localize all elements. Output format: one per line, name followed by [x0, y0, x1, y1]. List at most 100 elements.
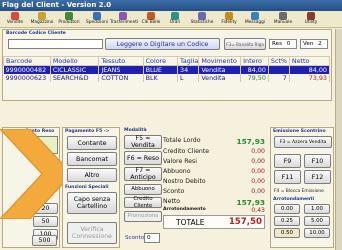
round-5-00-button[interactable]: 5.00 [304, 216, 330, 226]
f12-button[interactable]: F12 [304, 170, 331, 184]
toolbar-spedizioni-button[interactable]: Spedizioni [84, 11, 110, 28]
totals-value: 0,00 [251, 178, 265, 185]
toolbar-trasferimenti-button[interactable]: Trasferimenti [110, 11, 138, 28]
col-colore: Colore [142, 56, 179, 66]
round-label: 1.00 [310, 205, 323, 212]
quick-amount-label: 50 [41, 218, 50, 225]
rounding-title: Arrotondamenti [273, 197, 315, 202]
f3-azzera-vendita-button[interactable]: F3 = Azzera Vendita [274, 136, 332, 148]
totals-value: 0,00 [251, 148, 265, 155]
round-0-25-button[interactable]: 0.25 [274, 216, 300, 226]
toolbar-statistiche-button[interactable]: Statistiche [189, 11, 215, 28]
barcode-input[interactable] [8, 39, 103, 49]
payment-altro-button[interactable]: Altro [67, 168, 117, 182]
capo-senza-cartellino-button[interactable]: Capo senza Cartellino [67, 192, 117, 214]
totals-value: 0,00 [251, 158, 265, 165]
toolbar-icon [65, 12, 73, 20]
f9-button[interactable]: F9 [274, 154, 301, 168]
mode-panel: Modalità F5 = Vendita F6 = Reso F7 = Ant… [122, 127, 162, 248]
mode-anticipo-button[interactable]: F7 = Anticipo [124, 167, 162, 181]
toolbar-label: Vendite [6, 20, 24, 25]
col-taglia: Taglia [177, 56, 200, 66]
quick-amount-500-visible[interactable]: 500 [32, 235, 57, 246]
toolbar-produttori-button[interactable]: Produttori [56, 11, 82, 28]
toolbar-manuale-button[interactable]: Manuale [270, 11, 296, 28]
table-row[interactable]: 9990000482 CICLASSIC JEANS BLUE 34 Vendi… [3, 65, 331, 74]
valore-resi-row: Valore Resi 0,00 [163, 158, 265, 166]
sales-table: Barcode Modello Tessuto Colore Taglia Mo… [3, 56, 331, 82]
verifica-connessione-button[interactable]: Verifica Connessione [67, 222, 117, 244]
read-code-button[interactable]: Leggere o Digitare un Codice [105, 38, 220, 50]
totals-value: 157,93 [236, 137, 265, 146]
cell-movimento: Vendita [198, 74, 242, 82]
toolbar-label: Manuale [273, 20, 293, 25]
totals-value: 157,93 [236, 198, 265, 207]
payment-contante-button[interactable]: Contante [67, 136, 117, 150]
f10-button[interactable]: F10 [304, 154, 331, 168]
totals-label: Credito Cliente [163, 148, 210, 155]
f3-blank-row-button[interactable]: F3= Banalita Riga [224, 38, 266, 50]
res-value: 0 [286, 41, 291, 47]
main-toolbar: Vendite Magazzino Produttori Spedizioni Tras… [0, 11, 342, 28]
toolbar-vendite-button[interactable]: Vendite [2, 11, 28, 28]
promozione-button[interactable]: Promozione [124, 211, 162, 222]
mode-reso-button[interactable]: F6 = Reso [124, 151, 162, 165]
toolbar-orari-button[interactable]: Orari [162, 11, 188, 28]
totals-value: 0,00 [251, 168, 265, 175]
col-movimento: Movimento [198, 56, 242, 66]
table-row[interactable]: 9990000623 SEARCH&D COTTON BLK L Vendita… [3, 74, 331, 82]
col-intero: Intero [240, 56, 269, 66]
totale-label: TOTALE [176, 218, 205, 227]
toolbar-messaggi-button[interactable]: Messaggi [242, 11, 268, 28]
emission-title: Emissione Scontrino [273, 129, 326, 134]
cell-intero: 79,50 [240, 74, 269, 82]
sconto-input[interactable]: 0 [144, 233, 160, 243]
abbuono-row: Abbuono 0,00 [163, 168, 265, 176]
totale-box: TOTALE 157,50 [163, 215, 265, 229]
toolbar-label: Messaggi [244, 20, 266, 25]
round-label: 10.00 [309, 229, 325, 236]
round-0-50-button[interactable]: 0.50 [274, 228, 300, 238]
f11-button[interactable]: F11 [274, 170, 301, 184]
payment-label: Bancomat [76, 155, 108, 163]
totale-lordo-row: Totale Lordo 157,93 [163, 137, 265, 146]
cell-netto: 73,93 [289, 74, 331, 82]
cell-taglia: L [177, 74, 200, 82]
verifica-label: Verifica Connessione [71, 226, 113, 240]
cell-intero: 84,00 [240, 65, 269, 74]
cell-colore: BLUE [143, 65, 179, 74]
toolbar-clk-bolle-button[interactable]: Clk Bolle [138, 11, 164, 28]
payment-bancomat-button[interactable]: Bancomat [67, 152, 117, 166]
mode-label: F6 = Reso [126, 154, 159, 162]
totals-label: Abbuono [163, 168, 191, 175]
res-label: Res [272, 41, 282, 47]
toolbar-icon [147, 12, 155, 20]
sconto-value: 0 [147, 235, 151, 241]
toolbar-magazzino-button[interactable]: Magazzino [29, 11, 55, 28]
round-0-00-button[interactable]: 0.00 [274, 204, 300, 214]
abbuono-button[interactable]: Abbuono [124, 184, 162, 195]
mode-label: F7 = Anticipo [130, 167, 156, 181]
toolbar-icon [93, 12, 101, 20]
toolbar-icon [225, 12, 233, 20]
totals-label: Sconto [163, 188, 185, 195]
totals-label: Totale Lordo [163, 137, 201, 144]
window-title: Flag del Client - Version 2.0 [2, 1, 112, 9]
toolbar-utility-button[interactable]: Utility [298, 11, 324, 28]
toolbar-icon [11, 12, 19, 20]
totals-value: 0,00 [251, 188, 265, 195]
cell-tessuto: COTTON [98, 74, 144, 82]
special-functions-title: Funzioni Speciali [65, 185, 109, 190]
totale-value: 157,50 [228, 217, 262, 227]
totals-label: Nostro Debito [163, 178, 206, 185]
toolbar-fidelity-button[interactable]: Fidelity [216, 11, 242, 28]
mode-label: Abbuono [131, 186, 155, 192]
cell-taglia: 34 [177, 65, 200, 74]
cell-tessuto: JEANS [98, 65, 144, 74]
round-10-00-button[interactable]: 10.00 [304, 228, 330, 238]
credito-cliente-button[interactable]: Credito Cliente [124, 196, 162, 209]
toolbar-label: Produttori [58, 20, 80, 25]
round-1-00-button[interactable]: 1.00 [304, 204, 330, 214]
col-modello: Modello [49, 56, 100, 66]
mode-vendita-button[interactable]: F5 = Vendita [124, 135, 162, 149]
